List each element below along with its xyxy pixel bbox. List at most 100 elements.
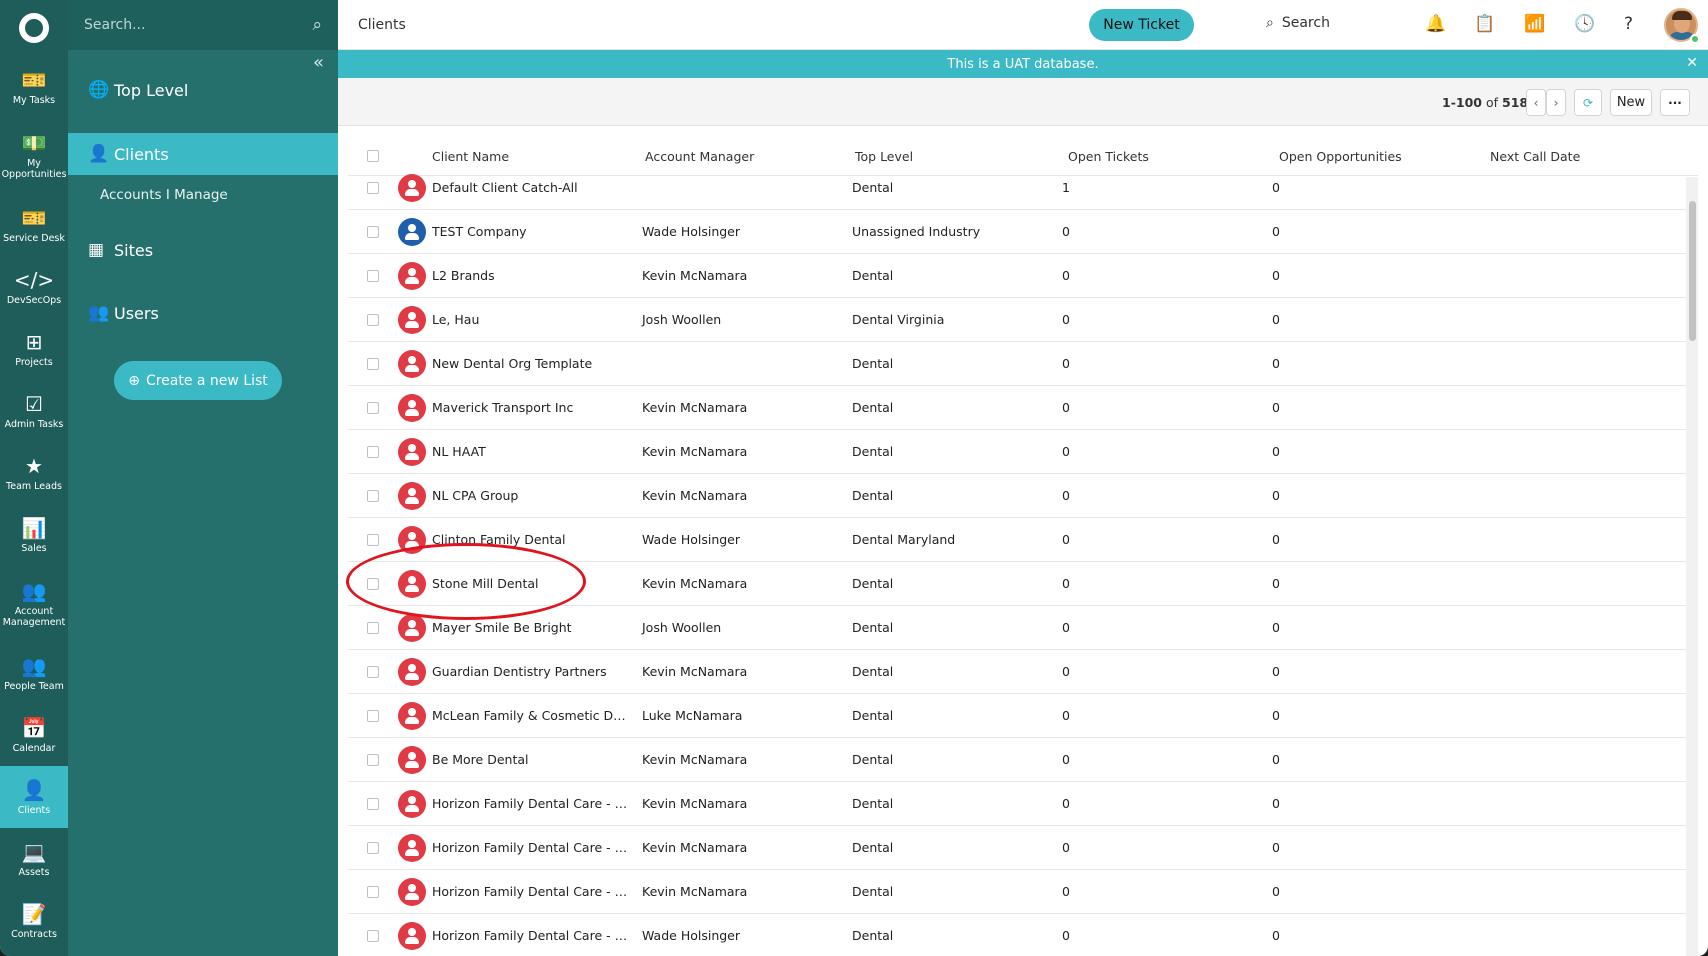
rail-item-my-opportunities[interactable]: 💵 My Opportunities — [0, 118, 68, 194]
cell-client-name[interactable]: Horizon Family Dental Care - Balti... — [432, 884, 632, 899]
select-all-checkbox[interactable] — [367, 150, 379, 162]
table-row[interactable]: Horizon Family Dental Care - La Pl... Kev… — [348, 826, 1698, 870]
col-header-top-level[interactable]: Top Level — [855, 149, 913, 164]
table-row[interactable]: Horizon Family Dental Care - Ga... Wade H… — [348, 914, 1698, 956]
rail-item-account-management[interactable]: 👥 Account Management — [0, 566, 68, 642]
scrollbar-thumb[interactable] — [1689, 201, 1696, 341]
close-icon[interactable]: ✕ — [1686, 55, 1698, 71]
row-checkbox[interactable] — [367, 797, 379, 810]
table-row[interactable]: Guardian Dentistry Partners Kevin McNamar… — [348, 650, 1698, 694]
cell-client-name[interactable]: NL HAAT — [432, 444, 632, 459]
row-checkbox[interactable] — [367, 577, 379, 590]
bell-icon[interactable]: 🔔 — [1425, 14, 1446, 34]
table-scrollbar[interactable] — [1686, 177, 1698, 956]
cell-client-name[interactable]: Clinton Family Dental — [432, 532, 632, 547]
rail-item-assets[interactable]: 💻 Assets — [0, 828, 68, 890]
global-search[interactable]: ⌕ Search — [1266, 15, 1330, 31]
cell-client-name[interactable]: NL CPA Group — [432, 488, 632, 503]
table-row[interactable]: Default Client Catch-All Dental 1 0 — [348, 166, 1698, 210]
col-header-open-opportunities[interactable]: Open Opportunities — [1279, 149, 1402, 164]
table-row[interactable]: McLean Family & Cosmetic Dentis... Luke M… — [348, 694, 1698, 738]
rail-item-projects[interactable]: ⊞ Projects — [0, 318, 68, 380]
rail-item-team-leads[interactable]: ★ Team Leads — [0, 442, 68, 504]
rail-item-calendar[interactable]: 📅 Calendar — [0, 704, 68, 766]
cell-client-name[interactable]: New Dental Org Template — [432, 356, 632, 371]
row-checkbox[interactable] — [367, 665, 379, 678]
cell-client-name[interactable]: Be More Dental — [432, 752, 632, 767]
rail-item-service-desk[interactable]: 🎫 Service Desk — [0, 194, 68, 256]
cell-open-opportunities: 0 — [1272, 708, 1280, 723]
cell-client-name[interactable]: Le, Hau — [432, 312, 632, 327]
row-checkbox[interactable] — [367, 181, 379, 194]
next-page-button[interactable]: › — [1546, 89, 1566, 116]
cell-client-name[interactable]: Horizon Family Dental Care - La Pl... — [432, 840, 632, 855]
table-row[interactable]: TEST Company Wade Holsinger Unassigned Ind… — [348, 210, 1698, 254]
row-checkbox[interactable] — [367, 709, 379, 722]
cell-client-name[interactable]: Horizon Family Dental Care - Ga... — [432, 928, 632, 943]
row-checkbox[interactable] — [367, 753, 379, 766]
sidebar-subitem-accounts-i-manage[interactable]: Accounts I Manage — [100, 187, 228, 203]
table-row[interactable]: Horizon Family Dental Care - Balti... Kev… — [348, 870, 1698, 914]
table-row[interactable]: Mayer Smile Be Bright Josh Woollen Dental 0… — [348, 606, 1698, 650]
row-checkbox[interactable] — [367, 929, 379, 942]
row-checkbox[interactable] — [367, 533, 379, 546]
clock-icon[interactable]: 🕓 — [1574, 14, 1595, 34]
table-row[interactable]: L2 Brands Kevin McNamara Dental 0 0 — [348, 254, 1698, 298]
rail-item-admin-tasks[interactable]: ☑ Admin Tasks — [0, 380, 68, 442]
cell-client-name[interactable]: TEST Company — [432, 224, 632, 239]
row-checkbox[interactable] — [367, 621, 379, 634]
row-checkbox[interactable] — [367, 885, 379, 898]
prev-page-button[interactable]: ‹ — [1526, 89, 1546, 116]
row-checkbox[interactable] — [367, 401, 379, 414]
new-ticket-button[interactable]: New Ticket — [1089, 9, 1194, 41]
rail-item-clients[interactable]: 👤 Clients — [0, 766, 68, 828]
row-checkbox[interactable] — [367, 489, 379, 502]
table-row[interactable]: Horizon Family Dental Care - Clint... Kev… — [348, 782, 1698, 826]
rail-item-my-tasks[interactable]: 🎫 My Tasks — [0, 56, 68, 118]
cell-client-name[interactable]: Default Client Catch-All — [432, 180, 632, 195]
col-header-account-manager[interactable]: Account Manager — [645, 149, 754, 164]
sidebar-item-users[interactable]: 👥 Users — [68, 293, 338, 333]
rail-item-contracts[interactable]: 📝 Contracts — [0, 890, 68, 952]
row-checkbox[interactable] — [367, 225, 379, 238]
col-header-next-call-date[interactable]: Next Call Date — [1490, 149, 1580, 164]
cell-client-name[interactable]: McLean Family & Cosmetic Dentis... — [432, 708, 632, 723]
cell-client-name[interactable]: Maverick Transport Inc — [432, 400, 632, 415]
table-row[interactable]: Clinton Family Dental Wade Holsinger Denta… — [348, 518, 1698, 562]
cell-client-name[interactable]: Stone Mill Dental — [432, 576, 632, 591]
rss-icon[interactable]: 📶 — [1524, 14, 1545, 34]
cell-client-name[interactable]: L2 Brands — [432, 268, 632, 283]
col-header-open-tickets[interactable]: Open Tickets — [1068, 149, 1149, 164]
row-checkbox[interactable] — [367, 357, 379, 370]
cell-client-name[interactable]: Guardian Dentistry Partners — [432, 664, 632, 679]
table-row[interactable]: NL HAAT Kevin McNamara Dental 0 0 — [348, 430, 1698, 474]
col-header-client-name[interactable]: Client Name — [432, 149, 509, 164]
table-row[interactable]: Maverick Transport Inc Kevin McNamara Dent… — [348, 386, 1698, 430]
rail-item-sales[interactable]: 📊 Sales — [0, 504, 68, 566]
create-new-list-button[interactable]: ⊕ Create a new List — [114, 361, 282, 400]
table-row[interactable]: Le, Hau Josh Woollen Dental Virginia 0 0 — [348, 298, 1698, 342]
row-checkbox[interactable] — [367, 269, 379, 282]
row-checkbox[interactable] — [367, 841, 379, 854]
more-options-button[interactable]: ··· — [1660, 89, 1690, 116]
cell-client-name[interactable]: Mayer Smile Be Bright — [432, 620, 632, 635]
sidebar-item-top-level[interactable]: 🌐 Top Level — [68, 70, 338, 110]
sidebar-search-input[interactable] — [84, 17, 313, 33]
clipboard-icon[interactable]: 📋 — [1474, 14, 1495, 34]
rail-item-people-team[interactable]: 👥 People Team — [0, 642, 68, 704]
search-icon[interactable]: ⌕ — [312, 15, 322, 35]
table-row[interactable]: Stone Mill Dental Kevin McNamara Dental 0 0 — [348, 562, 1698, 606]
row-checkbox[interactable] — [367, 313, 379, 326]
table-row[interactable]: Be More Dental Kevin McNamara Dental 0 0 — [348, 738, 1698, 782]
cell-client-name[interactable]: Horizon Family Dental Care - Clint... — [432, 796, 632, 811]
new-button[interactable]: New — [1610, 89, 1652, 116]
rail-item-devsecops[interactable]: </> DevSecOps — [0, 256, 68, 318]
sidebar-item-clients[interactable]: 👤 Clients — [68, 133, 338, 175]
table-row[interactable]: New Dental Org Template Dental 0 0 — [348, 342, 1698, 386]
refresh-button[interactable]: ⟳ — [1574, 89, 1602, 116]
app-logo[interactable] — [0, 0, 68, 56]
sidebar-item-sites[interactable]: ▦ Sites — [68, 230, 338, 270]
table-row[interactable]: NL CPA Group Kevin McNamara Dental 0 0 — [348, 474, 1698, 518]
row-checkbox[interactable] — [367, 445, 379, 458]
help-icon[interactable]: ? — [1624, 14, 1633, 34]
